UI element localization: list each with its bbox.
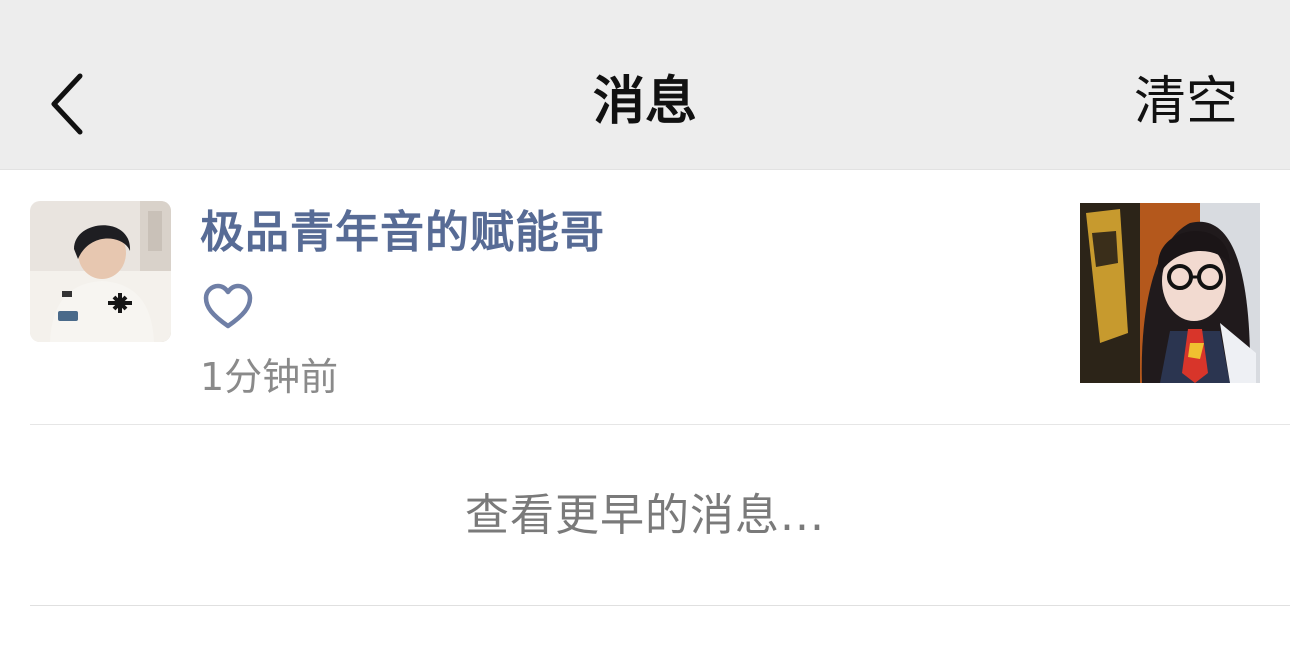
heart-outline-icon (202, 283, 254, 331)
user-avatar[interactable] (30, 201, 171, 342)
nav-bar: 消息 清空 (0, 0, 1290, 170)
message-item[interactable]: 极品青年音的赋能哥 1分钟前 (30, 171, 1290, 425)
message-time: 1分钟前 (200, 355, 339, 399)
post-thumbnail[interactable] (1080, 203, 1260, 383)
load-earlier-button[interactable]: 查看更早的消息... (30, 426, 1290, 606)
sender-name[interactable]: 极品青年音的赋能哥 (200, 205, 605, 261)
load-earlier-label: 查看更早的消息... (465, 490, 825, 541)
messages-page: 消息 清空 极品青年音的赋能哥 1分钟前 查看更早的消息... (0, 0, 1290, 668)
clear-button[interactable]: 清空 (1134, 72, 1238, 132)
chevron-left-icon (51, 73, 83, 135)
page-title: 消息 (592, 72, 697, 132)
back-button[interactable] (40, 64, 100, 144)
